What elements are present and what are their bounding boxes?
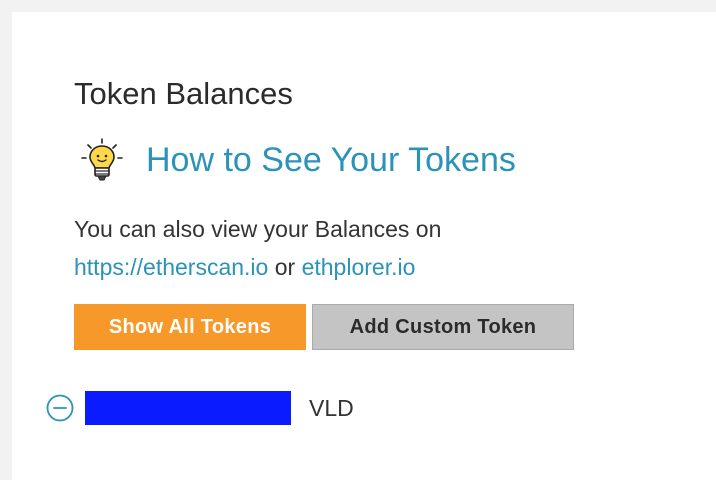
- token-balances-panel: Token Balances How to See Your Tokens Yo…: [12, 12, 716, 480]
- token-actions: Show All Tokens Add Custom Token: [74, 304, 574, 350]
- panel-title: Token Balances: [74, 76, 293, 111]
- balances-description: You can also view your Balances on https…: [74, 210, 634, 286]
- token-symbol: VLD: [309, 394, 354, 421]
- show-all-tokens-button[interactable]: Show All Tokens: [74, 304, 306, 350]
- etherscan-link[interactable]: https://etherscan.io: [74, 254, 268, 280]
- add-custom-token-button[interactable]: Add Custom Token: [312, 304, 574, 350]
- token-balance-redacted: [85, 391, 291, 425]
- token-row: VLD: [46, 390, 354, 426]
- description-separator: or: [268, 254, 302, 280]
- how-to-see-tokens-link[interactable]: How to See Your Tokens: [146, 138, 516, 182]
- help-row: How to See Your Tokens: [78, 136, 516, 184]
- lightbulb-icon: [78, 136, 126, 184]
- ethplorer-link[interactable]: ethplorer.io: [302, 254, 416, 280]
- remove-circle-icon[interactable]: [46, 394, 74, 422]
- description-text: You can also view your Balances on: [74, 216, 442, 242]
